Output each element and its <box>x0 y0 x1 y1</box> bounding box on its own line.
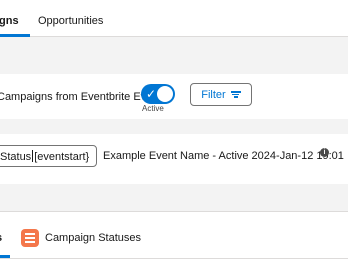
input-text-before-cursor: Status <box>0 151 32 163</box>
filter-button-label: Filter <box>201 88 226 101</box>
campaign-name-format-input[interactable]: Status [eventstart} <box>0 145 97 167</box>
name-preview-text: Example Event Name - Active 2024-Jan-12 … <box>103 150 344 162</box>
tab-campaigns[interactable]: igns <box>0 15 19 28</box>
active-tab-indicator <box>0 34 30 37</box>
tab-active-partial[interactable]: s <box>0 232 2 244</box>
sync-settings-card: Campaigns from Eventbrite Events ✓ Filte… <box>0 74 348 119</box>
tab-campaign-statuses[interactable]: Campaign Statuses <box>45 232 141 244</box>
info-icon[interactable]: i <box>320 148 329 157</box>
naming-format-card: Status [eventstart} Example Event Name - … <box>0 134 348 184</box>
bottom-tabs-card: s Campaign Statuses <box>0 211 348 268</box>
toggle-knob <box>157 86 173 102</box>
tab-opportunities[interactable]: Opportunities <box>38 15 103 28</box>
divider <box>0 258 348 259</box>
input-text-after-cursor: [eventstart} <box>34 151 90 163</box>
checkmark-icon: ✓ <box>146 87 157 101</box>
top-tab-bar: igns Opportunities <box>0 0 348 37</box>
filter-button[interactable]: Filter <box>190 83 252 106</box>
filter-icon <box>230 91 241 98</box>
active-toggle[interactable]: ✓ <box>141 84 175 104</box>
campaign-statuses-icon <box>21 229 39 247</box>
toggle-status-label: Active <box>142 104 164 113</box>
